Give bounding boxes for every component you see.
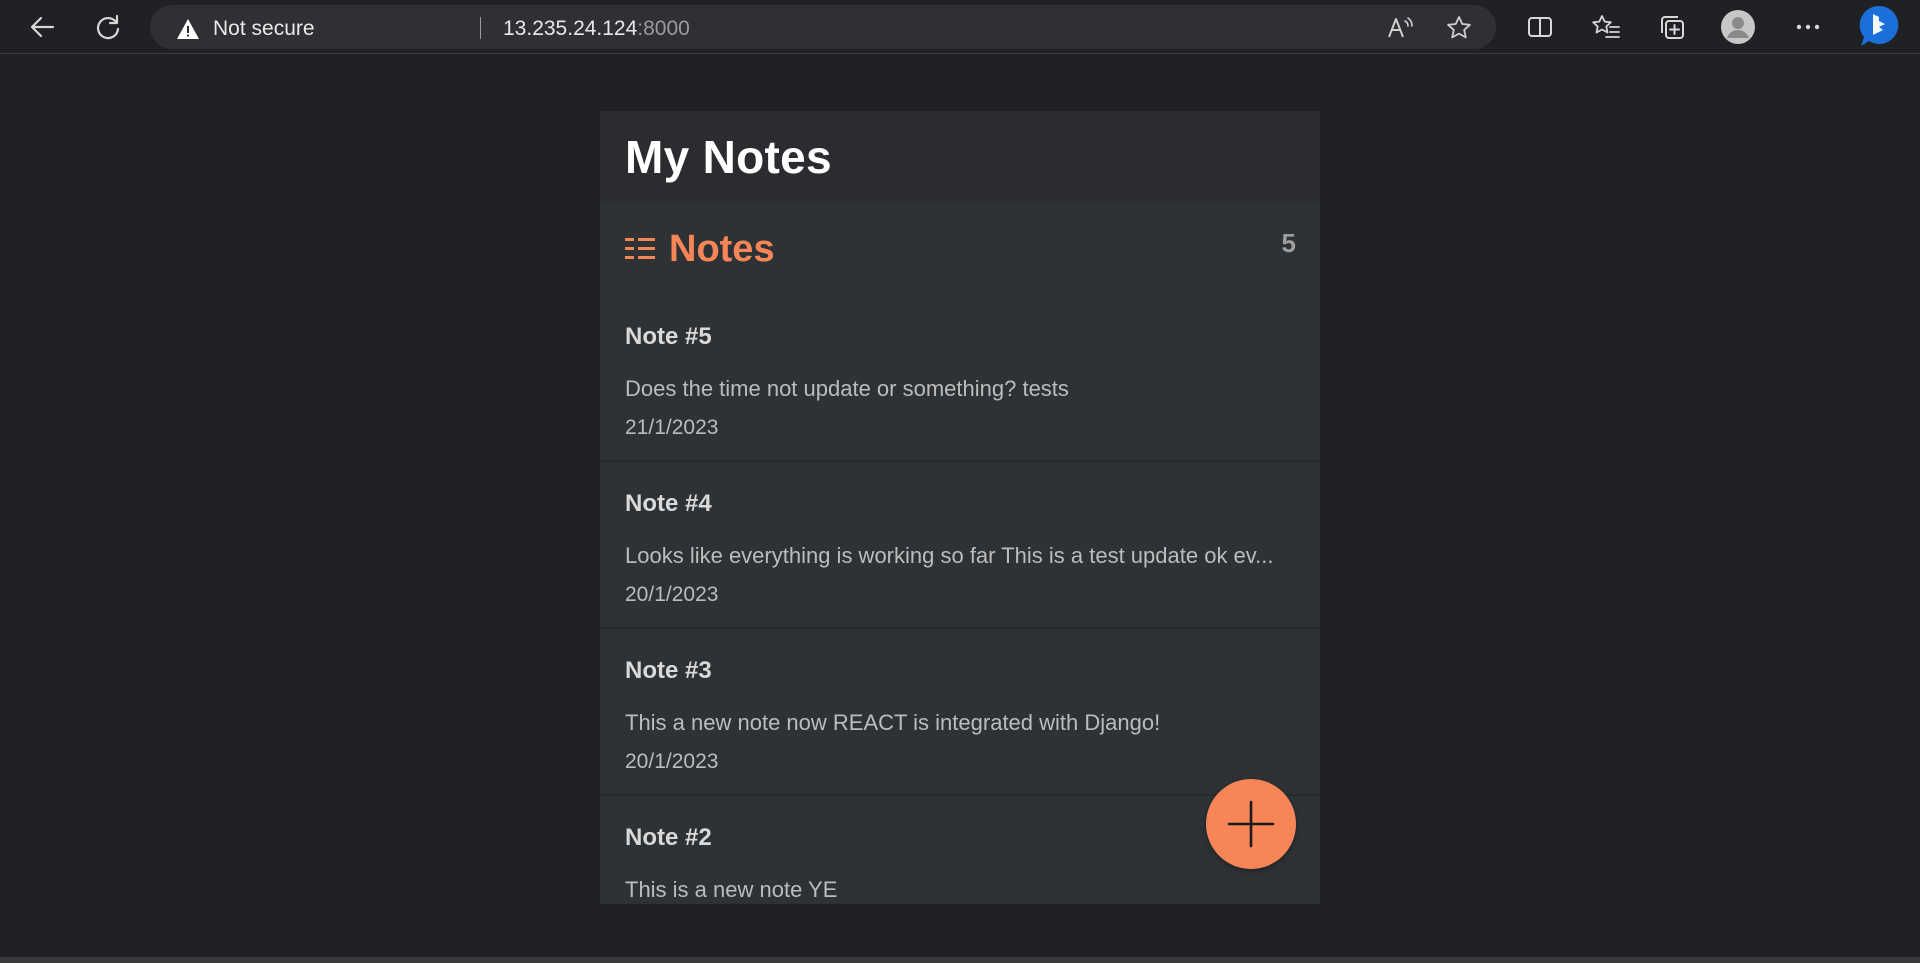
list-icon [625, 238, 655, 259]
notes-section-title: Notes [669, 227, 775, 270]
back-arrow-icon [30, 16, 55, 38]
favorites-icon [1592, 15, 1620, 38]
split-screen-button[interactable] [1522, 9, 1558, 45]
profile-button[interactable] [1720, 9, 1756, 45]
security-label[interactable]: Not secure [213, 17, 315, 41]
note-item[interactable]: Note #5 Does the time not update or some… [600, 295, 1320, 462]
notes-count: 5 [1281, 228, 1296, 258]
more-menu-button[interactable] [1790, 9, 1826, 45]
note-date: 20/1/2023 [625, 750, 719, 773]
back-button[interactable] [24, 9, 60, 45]
note-item[interactable]: Note #3 This a new note now REACT is int… [600, 629, 1320, 796]
note-body: Looks like everything is working so far … [625, 543, 1274, 568]
bing-chat-button[interactable] [1856, 3, 1902, 49]
url-port: :8000 [637, 17, 690, 40]
note-title: Note #3 [625, 657, 712, 684]
notes-header: Notes 5 [600, 203, 1320, 295]
note-date: 20/1/2023 [625, 583, 719, 606]
browser-toolbar: Not secure 13.235.24.124:8000 [0, 0, 1920, 54]
warning-icon [177, 19, 199, 39]
refresh-icon [96, 14, 120, 40]
note-date: 21/1/2023 [625, 416, 719, 439]
star-icon [1447, 16, 1471, 39]
avatar-icon [1721, 10, 1755, 44]
bing-icon [1859, 5, 1899, 46]
note-body: Does the time not update or something? t… [625, 376, 1069, 401]
collections-icon [1661, 16, 1684, 39]
address-bar[interactable]: Not secure 13.235.24.124:8000 [150, 5, 1496, 49]
read-aloud-icon [1388, 17, 1413, 38]
read-aloud-button[interactable] [1385, 13, 1415, 43]
favorites-button[interactable] [1588, 9, 1624, 45]
url-text[interactable]: 13.235.24.124:8000 [503, 17, 690, 41]
collections-button[interactable] [1654, 9, 1690, 45]
note-title: Note #4 [625, 490, 712, 517]
note-title: Note #2 [625, 824, 712, 851]
favorite-button[interactable] [1444, 13, 1474, 43]
url-host: 13.235.24.124 [503, 17, 638, 40]
note-body: This is a new note YE [625, 877, 838, 902]
add-note-button[interactable] [1206, 779, 1296, 869]
note-item[interactable]: Note #4 Looks like everything is working… [600, 462, 1320, 629]
notes-app: My Notes Notes 5 Note #5 Does the time n… [600, 111, 1320, 904]
app-title: My Notes [625, 131, 832, 183]
split-screen-icon [1528, 17, 1552, 37]
refresh-button[interactable] [90, 9, 126, 45]
window-bottom-border [0, 957, 1920, 963]
note-body: This a new note now REACT is integrated … [625, 710, 1161, 735]
plus-icon [1227, 800, 1275, 848]
note-title: Note #5 [625, 323, 712, 350]
address-separator [480, 17, 481, 39]
more-icon [1796, 24, 1820, 30]
app-header: My Notes [600, 111, 1320, 203]
